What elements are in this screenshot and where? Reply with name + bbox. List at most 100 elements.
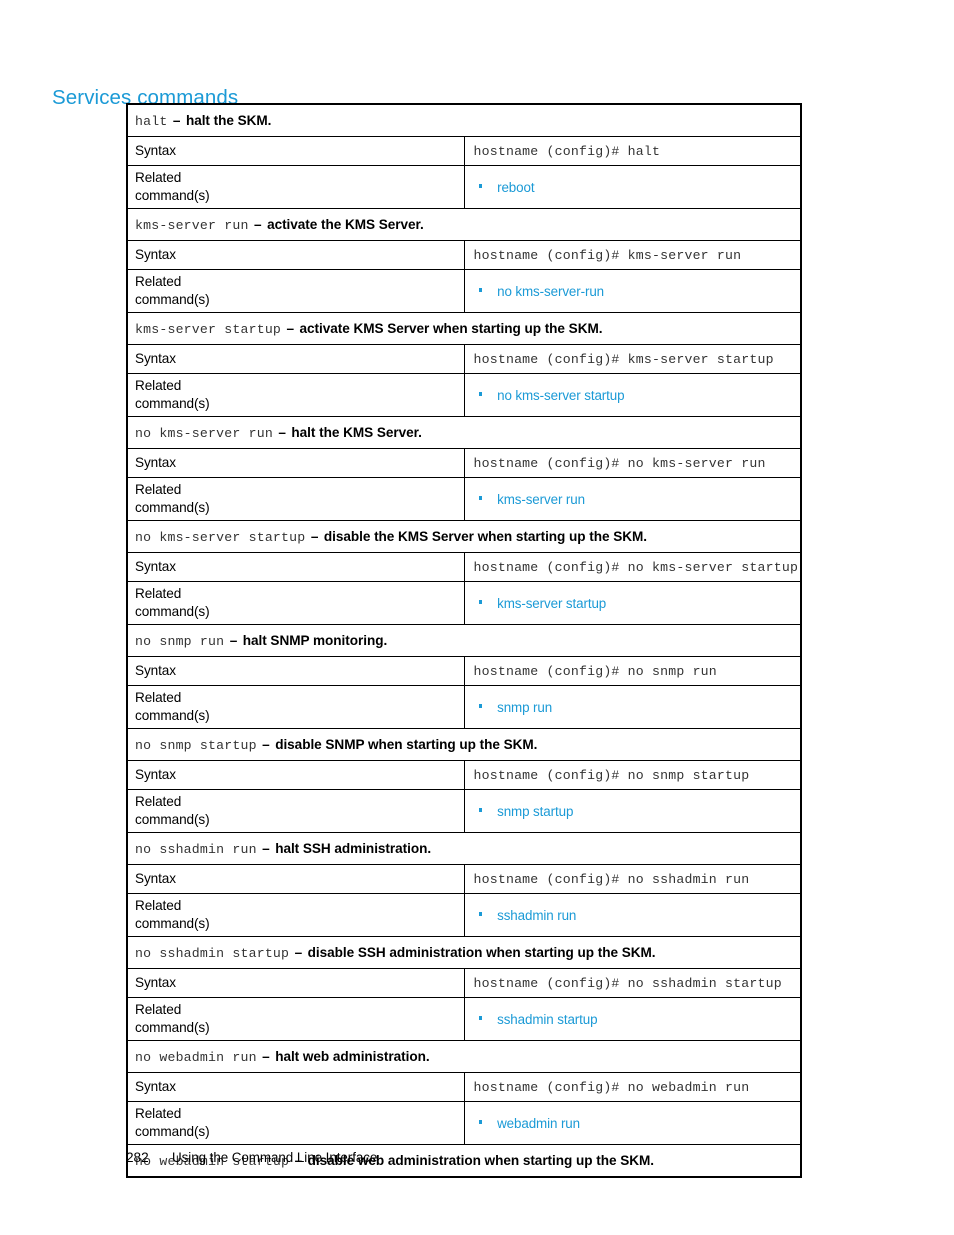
syntax-value-cell: hostname (config)# halt <box>463 136 801 166</box>
related-value-cell: no kms-server startup <box>463 373 801 417</box>
related-command-link[interactable]: no kms-server-run <box>497 284 604 299</box>
related-command-link[interactable]: snmp startup <box>497 804 573 819</box>
command-header-cell: no kms-server run – halt the KMS Server. <box>127 416 801 449</box>
syntax-label: Syntax <box>135 247 176 262</box>
syntax-label-cell: Syntax <box>127 864 465 894</box>
command-header-cell: no webadmin run – halt web administratio… <box>127 1040 801 1073</box>
related-command-item: snmp run <box>474 700 801 715</box>
related-command-item: no kms-server startup <box>474 388 801 403</box>
bullet-icon <box>478 288 483 292</box>
related-command-link[interactable]: kms-server startup <box>497 596 606 611</box>
syntax-label-cell: Syntax <box>127 760 465 790</box>
syntax-row: Syntax hostname (config)# no kms-server r… <box>127 448 801 478</box>
command-header-cell: no snmp startup – disable SNMP when star… <box>127 728 801 761</box>
command-header-cell: no sshadmin startup – disable SSH admini… <box>127 936 801 969</box>
syntax-label-cell: Syntax <box>127 136 465 166</box>
command-name: no kms-server startup <box>135 529 306 545</box>
related-label: Related command(s) <box>135 586 210 619</box>
command-name: no webadmin run <box>135 1049 257 1065</box>
command-header-cell: halt – halt the SKM. <box>127 104 801 137</box>
syntax-row: Syntax hostname (config)# no snmp startup <box>127 760 801 790</box>
related-command-link[interactable]: no kms-server startup <box>497 388 624 403</box>
related-commands-row: Related command(s) webadmin run <box>127 1101 801 1145</box>
related-command-item: kms-server startup <box>474 596 801 611</box>
command-name: no sshadmin run <box>135 841 257 857</box>
command-header-cell: kms-server run – activate the KMS Server… <box>127 208 801 241</box>
syntax-label: Syntax <box>135 871 176 886</box>
command-description: activate the KMS Server. <box>267 216 424 232</box>
syntax-label: Syntax <box>135 559 176 574</box>
syntax-row: Syntax hostname (config)# no webadmin run <box>127 1072 801 1102</box>
syntax-value: hostname (config)# kms-server run <box>473 248 742 263</box>
syntax-value: hostname (config)# kms-server startup <box>473 352 774 367</box>
command-header-row: no snmp run – halt SNMP monitoring. <box>127 624 801 657</box>
services-commands-table: halt – halt the SKM. Syntax hostname (conf… <box>126 103 802 1178</box>
syntax-value-cell: hostname (config)# kms-server run <box>463 240 801 270</box>
related-value-cell: sshadmin startup <box>463 997 801 1041</box>
syntax-row: Syntax hostname (config)# halt <box>127 136 801 166</box>
related-label-cell: Related command(s) <box>127 477 465 521</box>
syntax-label-cell: Syntax <box>127 344 465 374</box>
document-page: Services commands halt – halt the SKM. Sy… <box>0 0 954 1235</box>
bullet-icon <box>478 600 483 604</box>
bullet-icon <box>478 496 483 500</box>
related-label: Related command(s) <box>135 690 210 723</box>
related-value-cell: sshadmin run <box>463 893 801 937</box>
related-command-link[interactable]: sshadmin startup <box>497 1012 597 1027</box>
related-label-cell: Related command(s) <box>127 581 465 625</box>
related-label: Related command(s) <box>135 274 210 307</box>
syntax-value-cell: hostname (config)# no kms-server run <box>463 448 801 478</box>
table-body: halt – halt the SKM. Syntax hostname (conf… <box>127 104 801 1177</box>
syntax-value-cell: hostname (config)# no snmp startup <box>463 760 801 790</box>
syntax-label-cell: Syntax <box>127 1072 465 1102</box>
bullet-icon <box>478 392 483 396</box>
syntax-value: hostname (config)# no snmp startup <box>473 768 750 783</box>
command-description: disable SNMP when starting up the SKM. <box>275 736 538 752</box>
related-label: Related command(s) <box>135 170 210 203</box>
command-header-row: no snmp startup – disable SNMP when star… <box>127 728 801 761</box>
related-label-cell: Related command(s) <box>127 789 465 833</box>
related-command-link[interactable]: webadmin run <box>497 1116 580 1131</box>
bullet-icon <box>478 1016 483 1020</box>
related-command-link[interactable]: kms-server run <box>497 492 585 507</box>
command-dash-separator: – <box>286 320 295 336</box>
related-label-cell: Related command(s) <box>127 373 465 417</box>
related-command-item: kms-server run <box>474 492 801 507</box>
related-command-link[interactable]: snmp run <box>497 700 552 715</box>
syntax-value-cell: hostname (config)# no webadmin run <box>463 1072 801 1102</box>
command-header-row: no sshadmin startup – disable SSH admini… <box>127 936 801 969</box>
bullet-icon <box>478 912 483 916</box>
footer-page-number: 282 <box>126 1150 149 1165</box>
related-command-link[interactable]: sshadmin run <box>497 908 576 923</box>
related-command-link[interactable]: reboot <box>497 180 534 195</box>
related-label: Related command(s) <box>135 1002 210 1035</box>
related-commands-row: Related command(s) reboot <box>127 165 801 209</box>
syntax-value: hostname (config)# no snmp run <box>473 664 717 679</box>
related-label-cell: Related command(s) <box>127 997 465 1041</box>
syntax-value-cell: hostname (config)# no sshadmin startup <box>463 968 801 998</box>
related-command-item: sshadmin startup <box>474 1012 801 1027</box>
related-value-cell: kms-server startup <box>463 581 801 625</box>
command-name: no sshadmin startup <box>135 945 290 961</box>
command-dash-separator: – <box>254 216 262 232</box>
bullet-icon <box>478 1120 483 1124</box>
syntax-label: Syntax <box>135 767 176 782</box>
command-description: disable the KMS Server when starting up … <box>323 528 648 544</box>
syntax-row: Syntax hostname (config)# no kms-server s… <box>127 552 801 582</box>
related-label: Related command(s) <box>135 378 210 411</box>
related-value-cell: snmp run <box>463 685 801 729</box>
command-description: halt SNMP monitoring. <box>242 632 388 648</box>
syntax-label-cell: Syntax <box>127 552 465 582</box>
syntax-label: Syntax <box>135 1079 176 1094</box>
bullet-icon <box>478 808 483 812</box>
related-label-cell: Related command(s) <box>127 1101 465 1145</box>
related-label-cell: Related command(s) <box>127 269 465 313</box>
related-commands-row: Related command(s) sshadmin startup <box>127 997 801 1041</box>
command-dash-separator: – <box>262 840 270 856</box>
syntax-row: Syntax hostname (config)# no sshadmin sta… <box>127 968 801 998</box>
related-value-cell: snmp startup <box>463 789 801 833</box>
syntax-label: Syntax <box>135 351 176 366</box>
command-header-row: halt – halt the SKM. <box>127 104 801 137</box>
command-description: halt SSH administration. <box>275 840 432 856</box>
command-header-row: no kms-server startup – disable the KMS … <box>127 520 801 553</box>
